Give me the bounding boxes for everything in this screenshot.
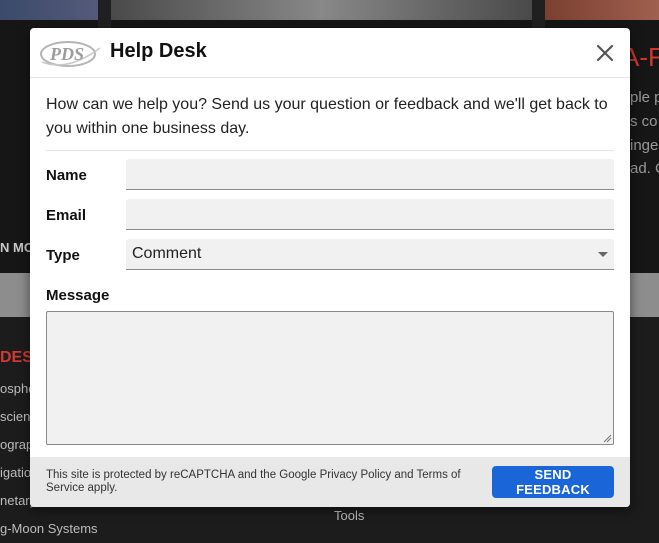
divider xyxy=(46,150,614,151)
logo-text: PDS xyxy=(49,44,84,64)
background-card-text: ple p xyxy=(630,89,659,106)
help-desk-dialog: PDS Help Desk How can we help you? Send … xyxy=(30,28,630,507)
background-card-image xyxy=(545,0,659,20)
background-card-text: s co xyxy=(630,113,658,130)
background-card-image xyxy=(111,0,532,20)
send-feedback-button[interactable]: SEND FEEDBACK xyxy=(492,466,614,498)
dialog-header: PDS Help Desk xyxy=(30,28,630,78)
footer-link[interactable]: ograp xyxy=(0,437,33,452)
footer-link[interactable]: igatio xyxy=(0,465,31,480)
resize-grip-icon[interactable] xyxy=(603,434,612,443)
type-selected-value: Comment xyxy=(132,245,202,262)
background-card-text: ad. C xyxy=(630,160,659,177)
message-textarea[interactable] xyxy=(46,311,614,445)
message-label: Message xyxy=(46,287,110,304)
dialog-footer: This site is protected by reCAPTCHA and … xyxy=(30,457,630,507)
background-nav-label: N MO xyxy=(0,240,34,255)
recaptcha-notice: This site is protected by reCAPTCHA and … xyxy=(46,469,461,494)
background-card-image xyxy=(0,0,98,20)
footer-link[interactable]: scien xyxy=(0,409,30,424)
email-label: Email xyxy=(46,207,87,224)
footer-link-tools[interactable]: Tools xyxy=(334,508,364,523)
name-label: Name xyxy=(46,167,87,184)
dialog-intro-text: How can we help you? Send us your questi… xyxy=(46,96,608,137)
type-label: Type xyxy=(46,247,80,264)
pds-logo: PDS xyxy=(40,41,101,67)
email-field[interactable] xyxy=(126,199,614,230)
dialog-title: Help Desk xyxy=(110,40,207,62)
name-field[interactable] xyxy=(126,159,614,190)
background-card-text: inge xyxy=(630,137,659,154)
footer-link[interactable]: g-Moon Systems xyxy=(0,521,98,536)
type-select[interactable]: Comment xyxy=(126,239,614,270)
dropdown-arrow-icon xyxy=(598,252,608,257)
footer-heading: DES xyxy=(0,349,33,366)
close-icon[interactable] xyxy=(592,40,618,66)
